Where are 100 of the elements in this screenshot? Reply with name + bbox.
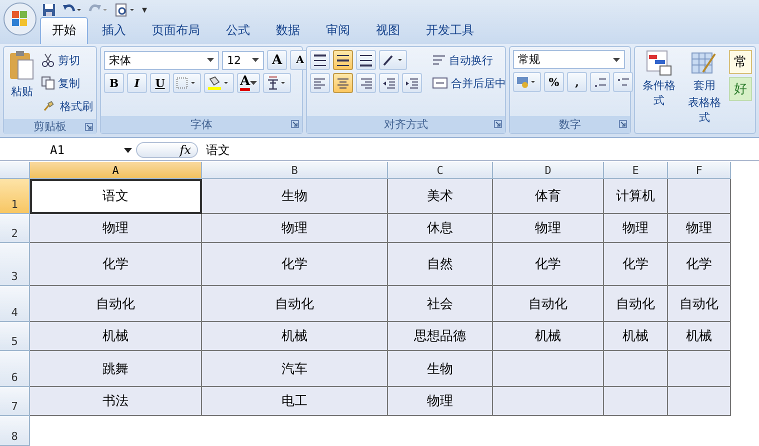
dialog-launcher-icon[interactable] [291, 120, 299, 128]
insert-function-button[interactable]: fx [136, 142, 198, 158]
conditional-format-button[interactable]: 条件格式 [638, 50, 680, 130]
row-header[interactable]: 3 [0, 243, 30, 286]
row-header[interactable]: 5 [0, 322, 30, 351]
table-cell[interactable] [668, 387, 731, 416]
table-cell[interactable]: 自动化 [202, 286, 388, 322]
vertical-align-button[interactable] [310, 50, 330, 70]
cell-style-option[interactable]: 常 [729, 50, 752, 74]
row-header[interactable]: 1 [0, 179, 30, 214]
wrap-text-button[interactable]: 自动换行 [432, 50, 506, 70]
orientation-button[interactable] [379, 50, 407, 70]
table-cell[interactable]: 思想品德 [388, 322, 493, 351]
table-cell[interactable]: 物理 [30, 214, 202, 243]
bold-button[interactable]: B [104, 73, 124, 93]
row-header[interactable]: 4 [0, 286, 30, 322]
row-header[interactable]: 6 [0, 351, 30, 387]
table-cell[interactable]: 自动化 [30, 286, 202, 322]
table-cell[interactable]: 书法 [30, 387, 202, 416]
ribbon-tab[interactable]: 开始 [40, 17, 88, 44]
table-cell[interactable]: 机械 [604, 322, 668, 351]
table-cell[interactable]: 机械 [668, 322, 731, 351]
grow-font-button[interactable]: A [267, 50, 287, 70]
column-header[interactable]: F [668, 162, 731, 179]
ribbon-tab[interactable]: 数据 [264, 17, 312, 44]
vertical-align-button[interactable] [356, 50, 376, 70]
table-cell[interactable] [668, 179, 731, 214]
table-cell[interactable] [493, 351, 604, 387]
table-cell[interactable]: 化学 [202, 243, 388, 286]
table-cell[interactable]: 物理 [202, 214, 388, 243]
cut-button[interactable]: 剪切 [41, 50, 93, 70]
horizontal-align-button[interactable] [310, 73, 330, 93]
borders-button[interactable] [173, 73, 201, 93]
font-name-field[interactable]: 宋体 [104, 50, 219, 70]
horizontal-align-button[interactable] [356, 73, 376, 93]
column-header[interactable]: A [30, 162, 202, 179]
table-cell[interactable]: 物理 [668, 214, 731, 243]
table-cell[interactable]: 物理 [388, 387, 493, 416]
table-cell[interactable]: 美术 [388, 179, 493, 214]
table-cell[interactable]: 休息 [388, 214, 493, 243]
table-cell[interactable]: 汽车 [202, 351, 388, 387]
table-format-button[interactable]: 套用 表格格式 [684, 50, 725, 130]
print-preview-icon[interactable] [114, 3, 136, 17]
table-cell[interactable] [604, 387, 668, 416]
formula-field[interactable]: 语文 [206, 142, 759, 158]
table-cell[interactable]: 体育 [493, 179, 604, 214]
table-cell[interactable]: 机械 [30, 322, 202, 351]
column-header[interactable]: B [202, 162, 388, 179]
dropdown-arrow-icon[interactable] [124, 148, 132, 152]
table-cell[interactable]: 机械 [493, 322, 604, 351]
decrease-indent-button[interactable] [379, 73, 399, 93]
dropdown-arrow-icon[interactable] [613, 58, 620, 62]
dropdown-arrow-icon[interactable] [252, 58, 259, 62]
table-cell[interactable]: 自动化 [668, 286, 731, 322]
decrease-decimal-button[interactable] [613, 72, 633, 92]
dialog-launcher-icon[interactable] [619, 120, 627, 128]
table-cell[interactable]: 语文 [30, 179, 202, 214]
table-cell[interactable]: 跳舞 [30, 351, 202, 387]
table-cell[interactable]: 化学 [668, 243, 731, 286]
ribbon-tab[interactable]: 审阅 [314, 17, 362, 44]
table-cell[interactable]: 生物 [388, 351, 493, 387]
currency-button[interactable] [513, 72, 541, 92]
cell-style-option[interactable]: 好 [729, 77, 752, 101]
number-format-field[interactable]: 常规 [513, 50, 625, 69]
font-size-field[interactable]: 12 [222, 50, 264, 70]
table-cell[interactable]: 自动化 [604, 286, 668, 322]
table-cell[interactable]: 自然 [388, 243, 493, 286]
ribbon-tab[interactable]: 公式 [214, 17, 262, 44]
vertical-align-button[interactable] [333, 50, 353, 70]
increase-decimal-button[interactable] [590, 72, 610, 92]
table-cell[interactable]: 计算机 [604, 179, 668, 214]
ribbon-tab[interactable]: 视图 [364, 17, 412, 44]
table-cell[interactable]: 生物 [202, 179, 388, 214]
increase-indent-button[interactable] [402, 73, 422, 93]
paste-button[interactable]: 粘贴 [7, 50, 37, 116]
format-painter-button[interactable]: 格式刷 [41, 96, 93, 116]
row-header[interactable]: 2 [0, 214, 30, 243]
table-cell[interactable] [604, 351, 668, 387]
table-cell[interactable]: 物理 [604, 214, 668, 243]
dialog-launcher-icon[interactable] [494, 120, 502, 128]
phonetic-button[interactable] [263, 73, 292, 93]
merge-center-button[interactable]: 合并后居中 [432, 73, 506, 93]
column-header[interactable]: E [604, 162, 668, 179]
ribbon-tab[interactable]: 插入 [90, 17, 138, 44]
table-cell[interactable]: 自动化 [493, 286, 604, 322]
row-header[interactable]: 8 [0, 416, 30, 446]
table-cell[interactable]: 物理 [493, 214, 604, 243]
italic-button[interactable]: I [127, 73, 147, 93]
table-cell[interactable]: 社会 [388, 286, 493, 322]
office-logo-icon[interactable] [3, 2, 37, 36]
ribbon-tab[interactable]: 开发工具 [414, 17, 486, 44]
row-header[interactable]: 7 [0, 387, 30, 416]
horizontal-align-button[interactable] [333, 73, 353, 93]
table-cell[interactable]: 化学 [604, 243, 668, 286]
customize-toolbar-button[interactable]: ▾ [142, 4, 147, 16]
table-cell[interactable] [668, 351, 731, 387]
column-header[interactable]: D [493, 162, 604, 179]
dropdown-arrow-icon[interactable] [207, 58, 214, 62]
underline-button[interactable]: U [150, 73, 170, 93]
save-icon[interactable] [42, 3, 56, 17]
